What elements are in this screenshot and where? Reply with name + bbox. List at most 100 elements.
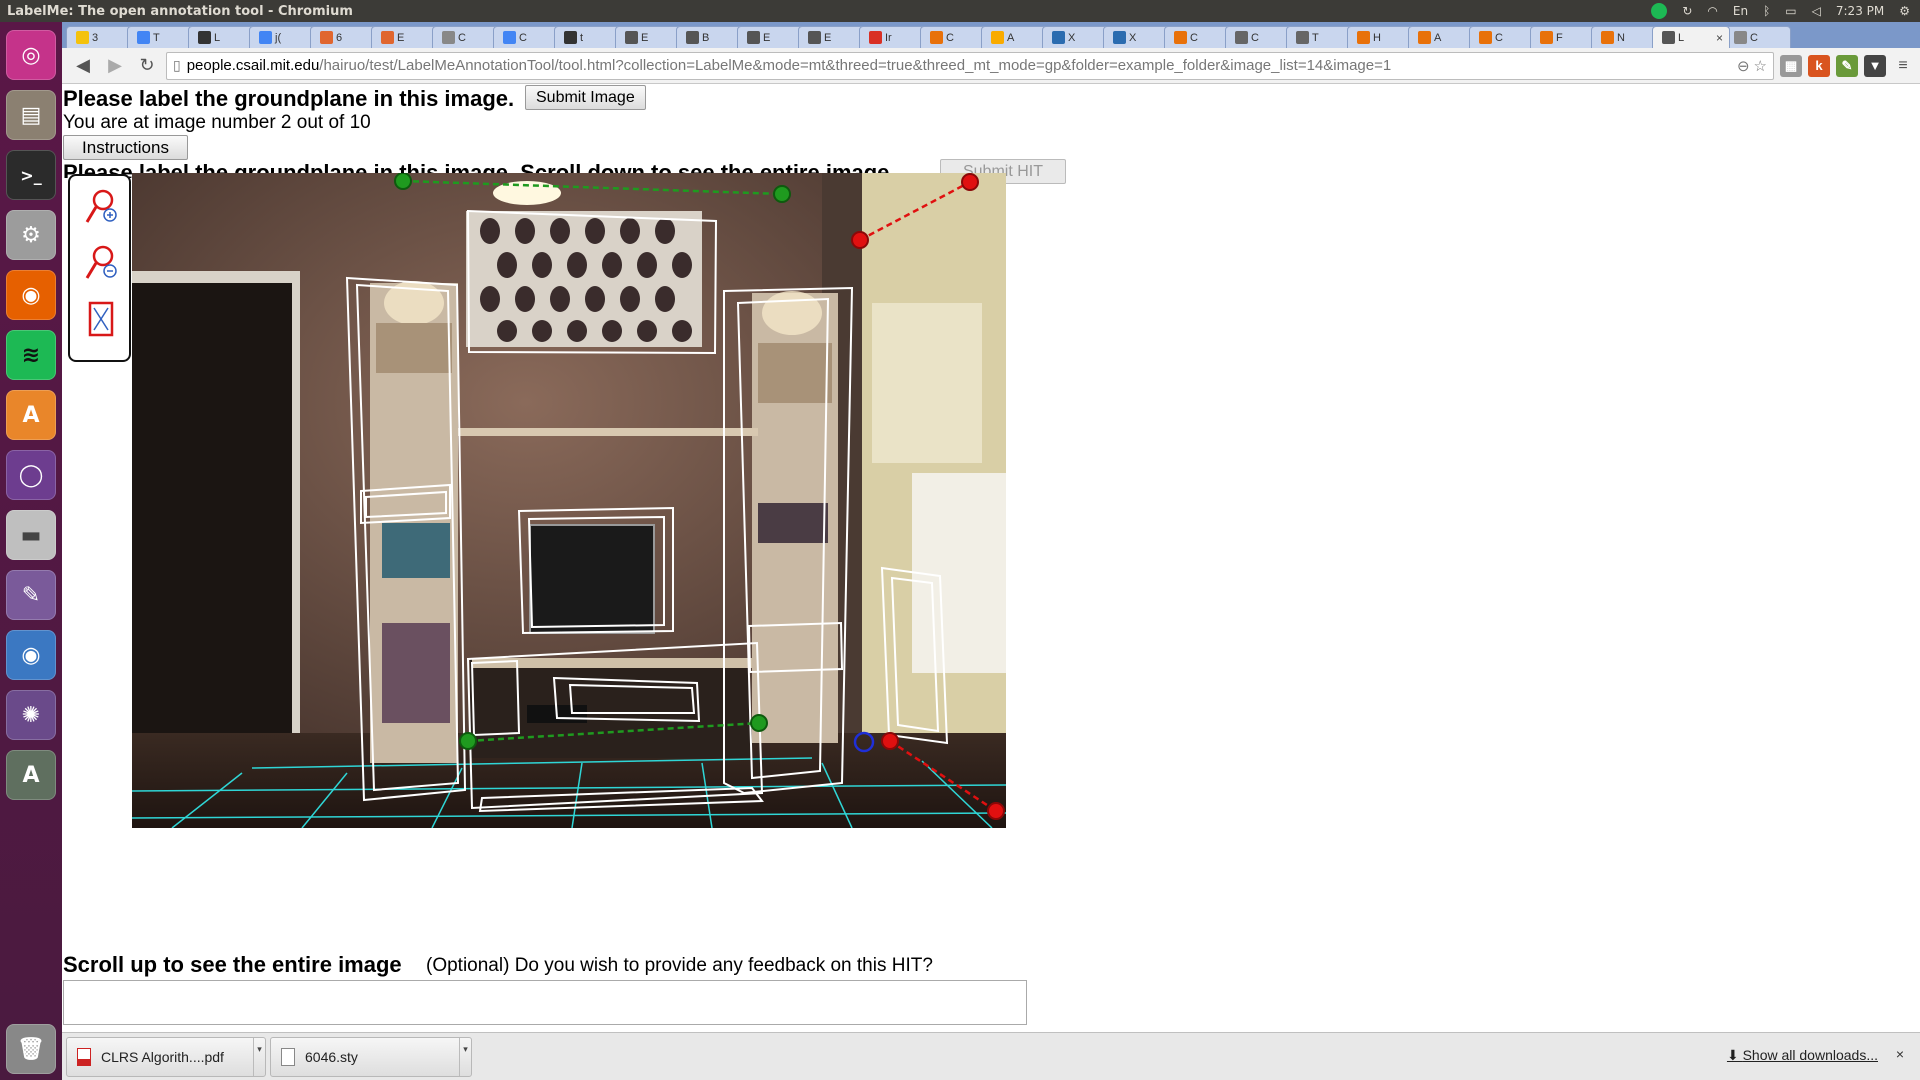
submit-image-button[interactable]: Submit Image (525, 85, 646, 110)
tab-favicon-icon (564, 31, 577, 44)
wifi-icon[interactable]: ◠ (1707, 4, 1717, 18)
tab[interactable]: E (615, 26, 682, 48)
instructions-button[interactable]: Instructions (63, 135, 188, 160)
tab[interactable]: C (1724, 26, 1791, 48)
keyboard-layout-indicator[interactable]: En (1733, 4, 1748, 18)
download-arrow-icon: ⬇ (1726, 1047, 1743, 1063)
tab[interactable]: t (554, 26, 621, 48)
tab-label: C (458, 31, 466, 44)
download-item-pdf[interactable]: CLRS Algorith....pdf ▾ (66, 1036, 266, 1077)
disk-icon[interactable]: ▬ (6, 510, 56, 560)
tab[interactable]: 6 (310, 26, 377, 48)
fit-image-icon[interactable] (82, 298, 120, 342)
battery-icon[interactable]: ▭ (1785, 4, 1796, 18)
download-menu-arrow[interactable]: ▾ (459, 1037, 471, 1076)
tab-label: Ir (885, 31, 892, 44)
tab-label: X (1129, 31, 1137, 44)
update-manager-icon[interactable]: A (6, 750, 56, 800)
tab-label: E (397, 31, 405, 44)
download-menu-arrow[interactable]: ▾ (253, 1037, 265, 1076)
close-shelf-icon[interactable]: × (1896, 1046, 1904, 1062)
photo-background (132, 173, 1006, 828)
spotify-icon[interactable]: ≋ (6, 330, 56, 380)
tab[interactable]: X (1042, 26, 1109, 48)
annotation-canvas[interactable] (132, 173, 1006, 828)
tab-close-icon[interactable]: × (1716, 31, 1723, 45)
zoom-out-icon[interactable] (82, 242, 120, 286)
tab-favicon-icon (686, 31, 699, 44)
tab[interactable]: E (798, 26, 865, 48)
system-settings-icon[interactable]: ⚙ (6, 210, 56, 260)
extension-icon-1[interactable]: ▦ (1780, 54, 1802, 77)
menu-icon[interactable]: ≡ (1892, 55, 1914, 77)
tab-favicon-icon (259, 31, 272, 44)
tab-label: N (1617, 31, 1625, 44)
tab-label: C (946, 31, 954, 44)
zoom-icon[interactable]: ⊖ (1737, 57, 1750, 75)
tab[interactable]: A (1408, 26, 1475, 48)
tab-favicon-icon (198, 31, 211, 44)
reload-button[interactable]: ↻ (134, 53, 160, 79)
tab-label: C (1495, 31, 1503, 44)
downloads-shelf: CLRS Algorith....pdf ▾ 6046.sty ▾ ⬇ Show… (62, 1032, 1920, 1080)
ubuntu-dash-icon[interactable]: ◎ (6, 30, 56, 80)
extension-icon-k[interactable]: k (1808, 54, 1830, 77)
software-center-icon[interactable]: A (6, 390, 56, 440)
tab-active[interactable]: L × (1652, 26, 1730, 48)
show-all-downloads-link[interactable]: ⬇ Show all downloads... (1727, 1047, 1878, 1064)
tab[interactable]: 3 (66, 26, 133, 48)
tab[interactable]: C (1469, 26, 1536, 48)
tab[interactable]: T (127, 26, 194, 48)
shotwell-icon[interactable]: ✺ (6, 690, 56, 740)
bluetooth-icon[interactable]: ᛒ (1763, 4, 1770, 18)
clock[interactable]: 7:23 PM (1836, 4, 1884, 18)
tab-favicon-icon (1540, 31, 1553, 44)
tab[interactable]: L (188, 26, 255, 48)
tab[interactable]: E (737, 26, 804, 48)
volume-icon[interactable]: ◁ (1812, 4, 1821, 18)
tab[interactable]: H (1347, 26, 1414, 48)
zoom-in-icon[interactable] (82, 186, 120, 230)
files-icon[interactable]: ▤ (6, 90, 56, 140)
settings-gear-icon[interactable]: ⚙ (1899, 4, 1910, 18)
tab-label: F (1556, 31, 1563, 44)
forward-button[interactable]: ▶ (102, 53, 128, 79)
tab[interactable]: C (493, 26, 560, 48)
scroll-up-label: Scroll up to see the entire image (63, 952, 402, 977)
tab[interactable]: N (1591, 26, 1658, 48)
image-counter: You are at image number 2 out of 10 (63, 112, 371, 133)
tab-favicon-icon (381, 31, 394, 44)
tab[interactable]: C (432, 26, 499, 48)
trash-icon[interactable]: 🗑 (6, 1024, 56, 1074)
tab-label: T (153, 31, 160, 44)
tab-favicon-icon (1734, 31, 1747, 44)
spotify-tray-icon[interactable] (1651, 3, 1668, 19)
tab[interactable]: j( (249, 26, 316, 48)
color-picker-icon[interactable]: ◯ (6, 450, 56, 500)
bookmark-star-icon[interactable]: ☆ (1754, 57, 1767, 75)
address-bar[interactable]: ▯ people.csail.mit.edu/hairuo/test/Label… (166, 51, 1774, 80)
feedback-textarea[interactable] (63, 980, 1027, 1025)
pocket-icon[interactable]: ▼ (1864, 54, 1886, 77)
tab[interactable]: C (1225, 26, 1292, 48)
terminal-icon[interactable]: >_ (6, 150, 56, 200)
tab-favicon-icon (1662, 31, 1675, 44)
tab[interactable]: E (371, 26, 438, 48)
file-icon (281, 1047, 295, 1066)
download-item-sty[interactable]: 6046.sty ▾ (270, 1036, 472, 1077)
tab[interactable]: B (676, 26, 743, 48)
chromium-icon[interactable]: ◉ (6, 630, 56, 680)
firefox-icon[interactable]: ◉ (6, 270, 56, 320)
tab[interactable]: F (1530, 26, 1597, 48)
sync-icon[interactable]: ↻ (1682, 4, 1692, 18)
tab[interactable]: C (1164, 26, 1231, 48)
tab[interactable]: T (1286, 26, 1353, 48)
tab[interactable]: C (920, 26, 987, 48)
back-button[interactable]: ◀ (70, 53, 96, 79)
tab[interactable]: X (1103, 26, 1170, 48)
tab[interactable]: A (981, 26, 1048, 48)
text-editor-icon[interactable]: ✎ (6, 570, 56, 620)
tab-favicon-icon (1357, 31, 1370, 44)
extension-icon-2[interactable]: ✎ (1836, 54, 1858, 77)
tab[interactable]: Ir (859, 26, 926, 48)
